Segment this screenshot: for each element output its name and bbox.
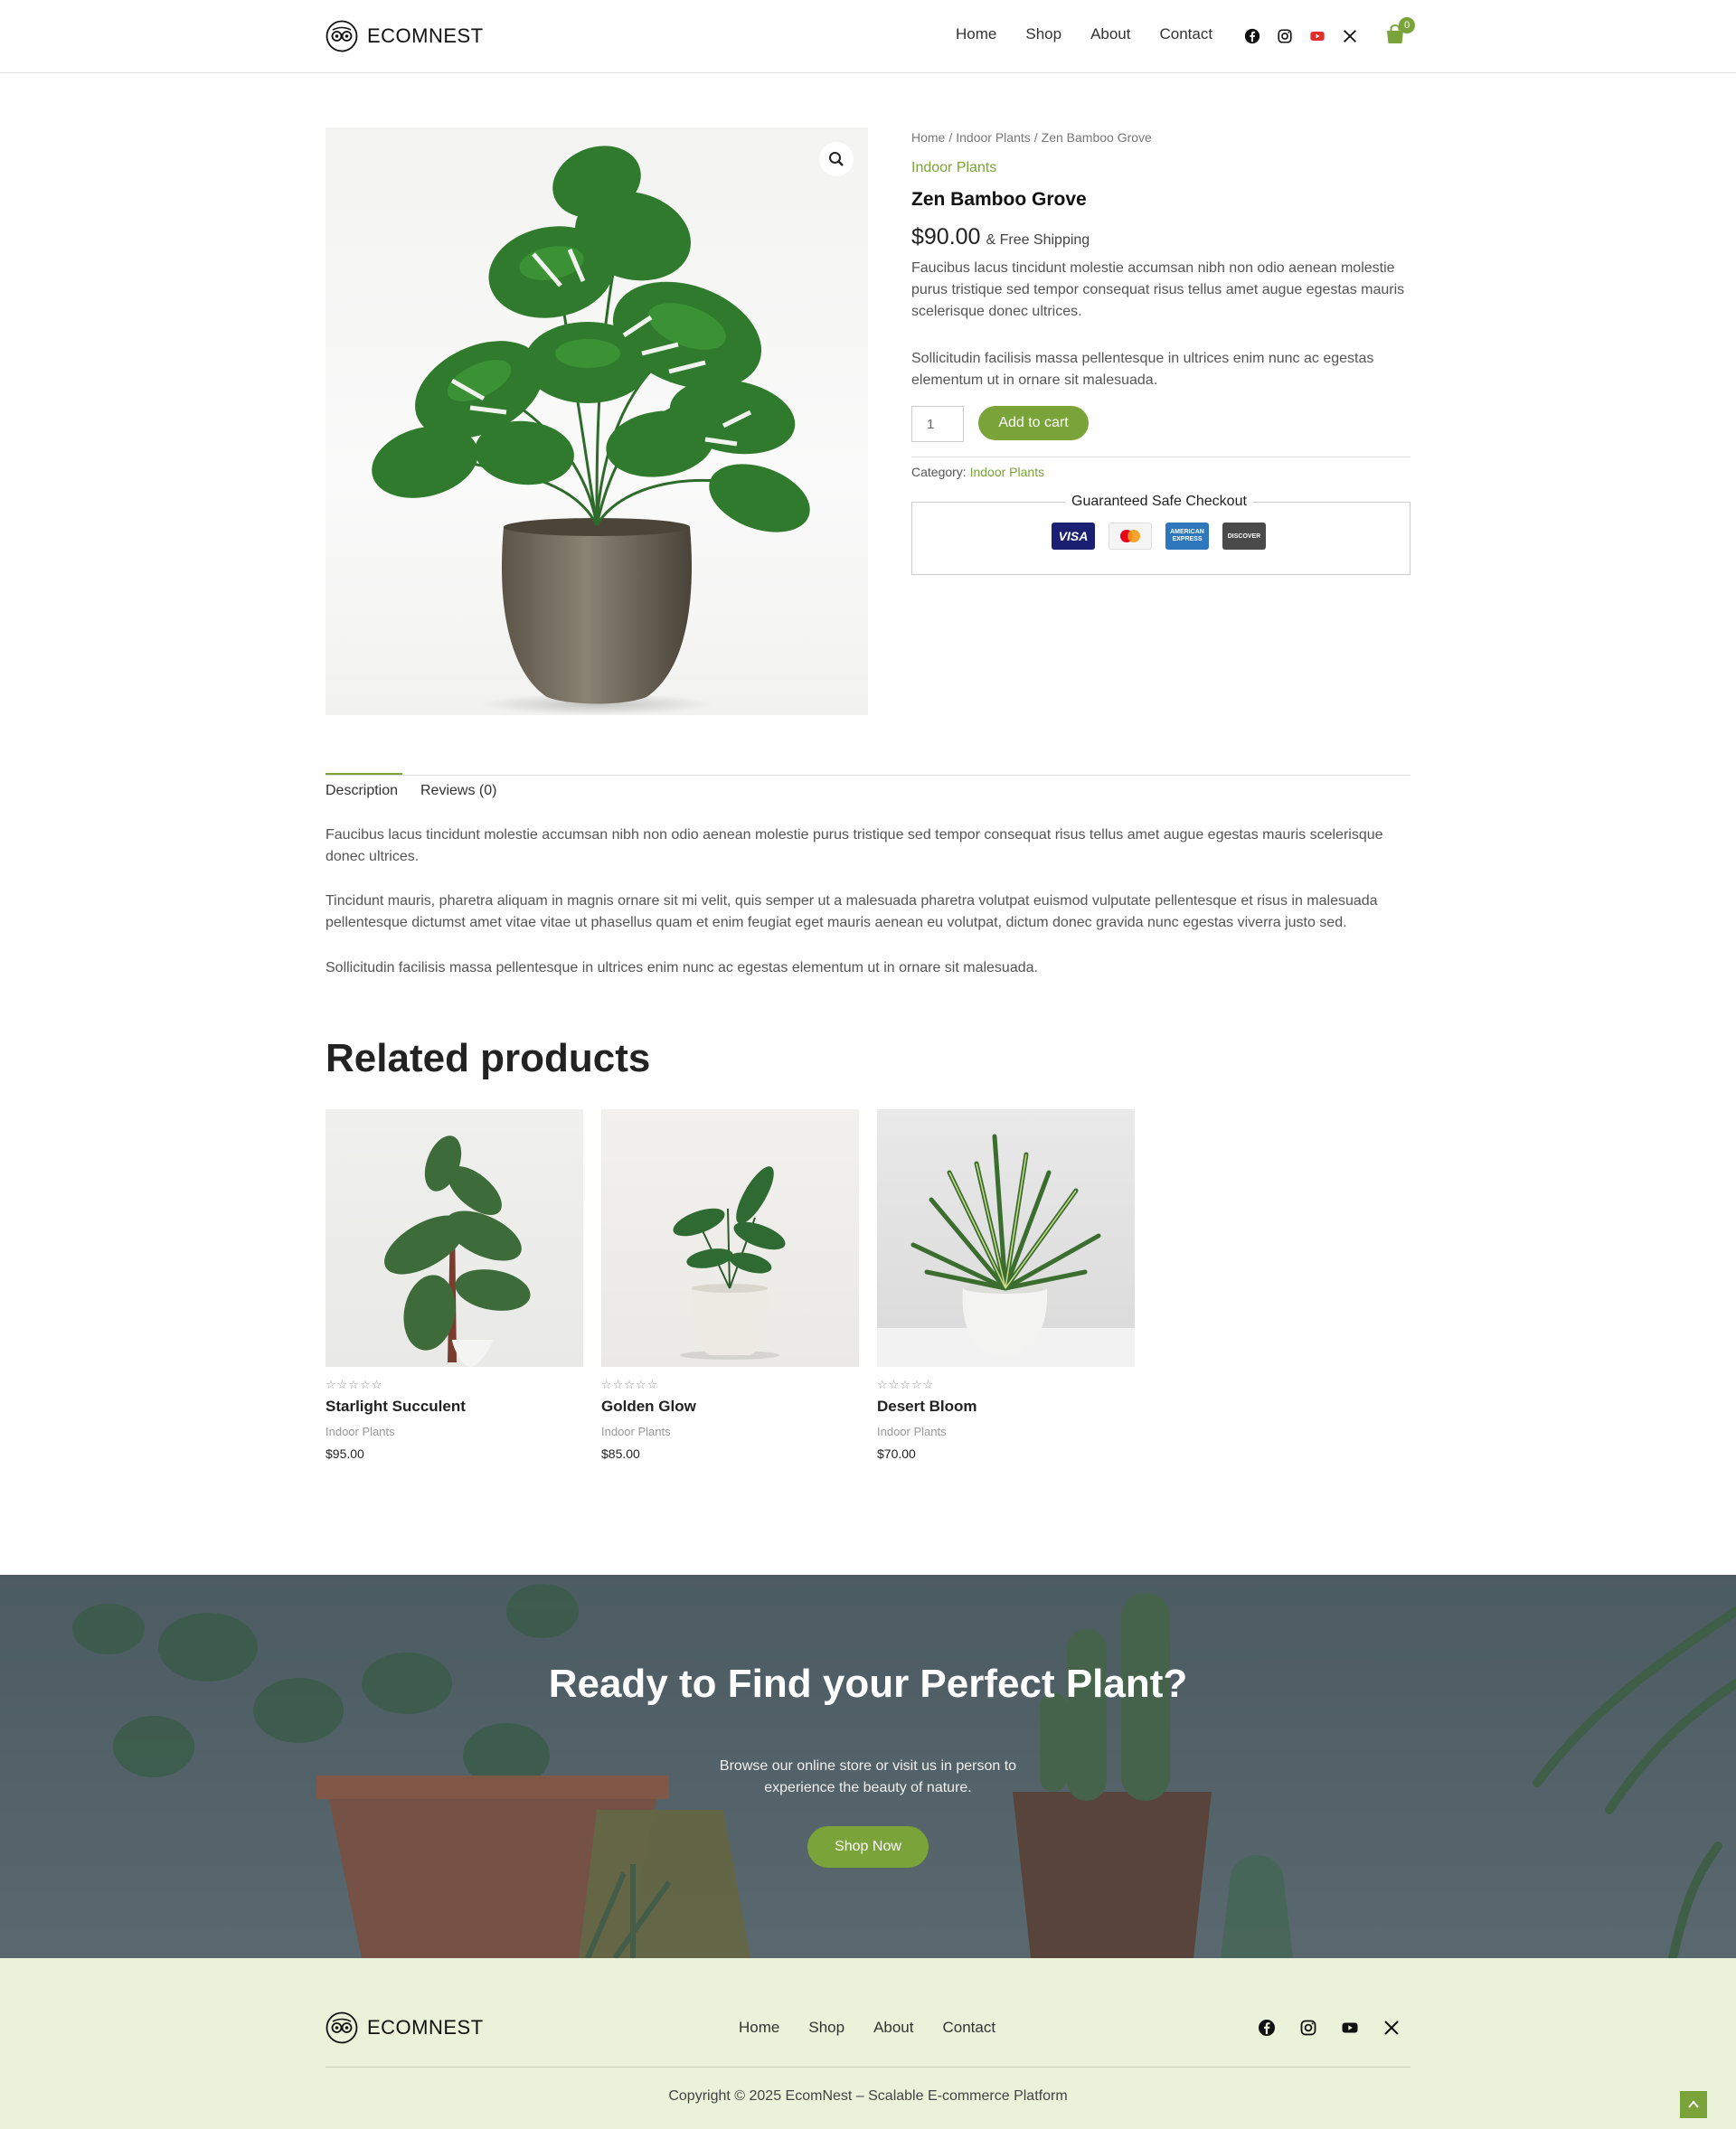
discover-icon: DISCOVER [1222,523,1266,550]
related-product-card[interactable]: ☆☆☆☆☆ Golden Glow Indoor Plants $85.00 [601,1109,859,1461]
cta-title: Ready to Find your Perfect Plant? [548,1662,1188,1706]
header-social [1244,28,1358,44]
footer-nav: Home Shop About Contact [739,2019,995,2037]
nav-home[interactable]: Home [956,25,996,43]
nav-about[interactable]: About [1090,25,1130,43]
main-nav: Home Shop About Contact [956,25,1212,43]
rubber-plant-image [384,1135,531,1367]
amex-icon: AMERICAN EXPRESS [1165,523,1209,550]
product-name[interactable]: Starlight Succulent [326,1398,583,1416]
magnifier-icon [829,152,844,166]
breadcrumb-category[interactable]: Indoor Plants [956,130,1031,145]
footer-nav-contact[interactable]: Contact [943,2019,996,2037]
product-price: $90.00 [911,224,981,250]
product-meta: Category: Indoor Plants [911,465,1044,479]
facebook-icon[interactable] [1258,2019,1276,2037]
product-category[interactable]: Indoor Plants [601,1425,859,1438]
short-description-2: Sollicitudin facilisis massa pellentesqu… [911,351,1374,388]
youtube-icon[interactable] [1309,28,1326,44]
nav-contact[interactable]: Contact [1160,25,1213,43]
product-category[interactable]: Indoor Plants [326,1425,583,1438]
scroll-to-top-button[interactable] [1680,2091,1707,2118]
x-icon[interactable] [1342,28,1358,44]
chevron-up-icon [1688,2100,1699,2108]
category-meta-link[interactable]: Indoor Plants [970,465,1045,479]
footer-divider [326,2067,1410,2068]
owl-logo-icon [326,2011,358,2044]
price-row: $90.00 & Free Shipping [911,224,1090,250]
product-price: $95.00 [326,1446,364,1461]
related-product-card[interactable]: ☆☆☆☆☆ Starlight Succulent Indoor Plants … [326,1109,583,1461]
shop-now-button[interactable]: Shop Now [807,1826,929,1868]
nav-shop[interactable]: Shop [1025,25,1061,43]
category-label: Category: [911,465,967,479]
payment-cards: VISA AMERICAN EXPRESS DISCOVER [1052,523,1266,550]
site-logo[interactable]: ECOMNEST [326,19,484,53]
breadcrumb: Home / Indoor Plants / Zen Bamboo Grove [911,130,1152,145]
safe-checkout-label: Guaranteed Safe Checkout [1065,494,1253,510]
product-thumbnail[interactable] [601,1109,859,1367]
tab-description[interactable]: Description [326,783,398,799]
add-to-cart-button[interactable]: Add to cart [978,406,1089,440]
footer-social [1258,2019,1401,2037]
footer-nav-about[interactable]: About [873,2019,913,2037]
copyright-text: Copyright © 2025 EcomNest – Scalable E-c… [668,2088,1068,2104]
related-products-heading: Related products [326,1036,651,1080]
footer-nav-shop[interactable]: Shop [808,2019,844,2037]
breadcrumb-current: Zen Bamboo Grove [1041,130,1152,145]
dracaena-plant-image [910,1134,1101,1358]
owl-logo-icon [326,20,358,52]
description-paragraph: Tincidunt mauris, pharetra aliquam in ma… [326,893,1378,930]
footer-brand-name: ECOMNEST [367,2016,484,2039]
breadcrumb-separator: / [1033,130,1038,145]
shipping-note: & Free Shipping [986,232,1090,248]
site-header: ECOMNEST Home Shop About Contact 0 [0,0,1736,73]
cart-count-badge: 0 [1399,17,1415,33]
description-paragraph: Sollicitudin facilisis massa pellentesqu… [326,960,1038,975]
rating-stars: ☆☆☆☆☆ [877,1378,935,1391]
product-name[interactable]: Desert Bloom [877,1398,1135,1416]
product-title: Zen Bamboo Grove [911,189,1087,210]
product-image[interactable] [326,127,868,715]
product-category[interactable]: Indoor Plants [877,1425,1135,1438]
description-paragraph: Faucibus lacus tincidunt molestie accums… [326,827,1383,864]
product-price: $70.00 [877,1446,916,1461]
cta-subtitle: Browse our online store or visit us in p… [719,1758,1017,1795]
rating-stars: ☆☆☆☆☆ [601,1378,659,1391]
monstera-plant-image [372,146,810,715]
golden-glow-plant-image [673,1166,786,1360]
product-thumbnail[interactable] [326,1109,583,1367]
product-thumbnail[interactable] [877,1109,1135,1367]
breadcrumb-separator: / [948,130,953,145]
product-name[interactable]: Golden Glow [601,1398,859,1416]
product-price: $85.00 [601,1446,640,1461]
zoom-button[interactable] [819,142,854,176]
related-product-card[interactable]: ☆☆☆☆☆ Desert Bloom Indoor Plants $70.00 [877,1109,1135,1461]
quantity-input[interactable] [911,406,964,442]
tabs-divider [326,775,1410,776]
rating-stars: ☆☆☆☆☆ [326,1378,383,1391]
footer-logo[interactable]: ECOMNEST [326,2011,484,2044]
tab-reviews[interactable]: Reviews (0) [420,783,496,799]
breadcrumb-home[interactable]: Home [911,130,945,145]
instagram-icon[interactable] [1299,2019,1317,2037]
mastercard-icon [1109,523,1152,550]
facebook-icon[interactable] [1244,28,1260,44]
x-icon[interactable] [1382,2019,1401,2037]
short-description-1: Faucibus lacus tincidunt molestie accums… [911,260,1405,319]
product-category-link[interactable]: Indoor Plants [911,160,996,176]
youtube-icon[interactable] [1341,2019,1359,2037]
footer-nav-home[interactable]: Home [739,2019,779,2037]
brand-name: ECOMNEST [367,24,484,47]
visa-icon: VISA [1052,523,1095,550]
instagram-icon[interactable] [1277,28,1293,44]
